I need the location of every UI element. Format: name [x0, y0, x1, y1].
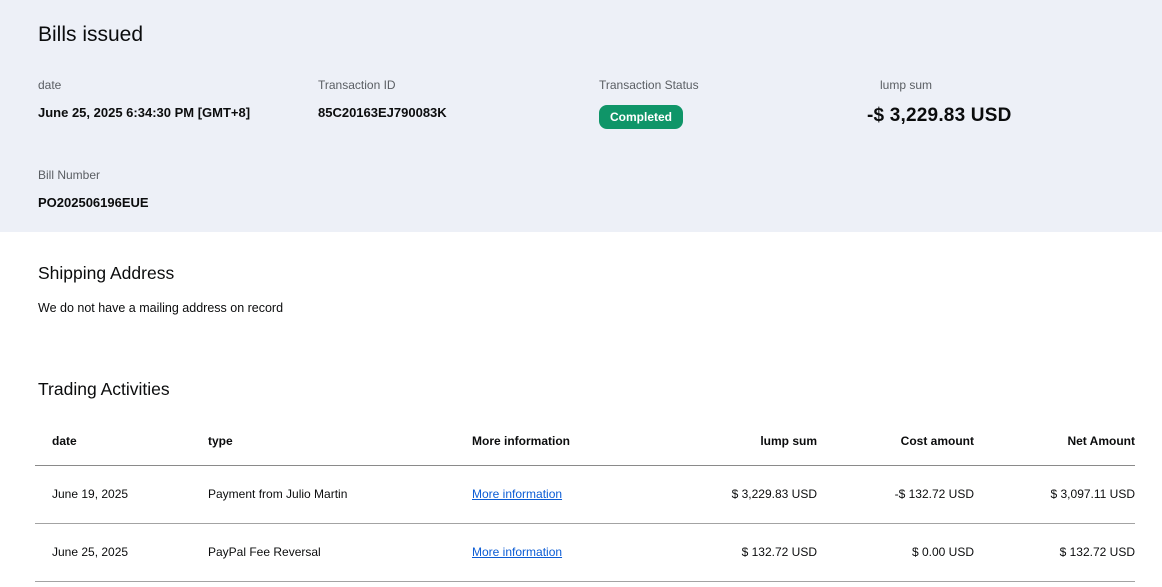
column-header-cost-amount: Cost amount: [817, 422, 974, 466]
row-net-amount: $ 3,097.11 USD: [974, 465, 1135, 524]
row-lump-sum: $ 3,229.83 USD: [695, 465, 817, 524]
field-transaction-status-label: Transaction Status: [599, 78, 699, 92]
row-type: Payment from Julio Martin: [208, 465, 472, 524]
column-header-net-amount: Net Amount: [974, 422, 1135, 466]
field-transaction-id-value: 85C20163EJ790083K: [318, 105, 447, 120]
column-header-date: date: [35, 422, 208, 466]
row-cost-amount: $ 0.00 USD: [817, 523, 974, 582]
column-header-more-information: More information: [472, 422, 695, 466]
column-header-type: type: [208, 422, 472, 466]
table-row: June 25, 2025 PayPal Fee Reversal More i…: [35, 523, 1135, 582]
field-lump-sum: lump sum -$ 3,229.83 USD: [867, 78, 1124, 129]
trading-activities-table: date type More information lump sum Cost…: [35, 422, 1135, 582]
row-lump-sum: $ 132.72 USD: [695, 523, 817, 582]
row-cost-amount: -$ 132.72 USD: [817, 465, 974, 524]
shipping-address-message: We do not have a mailing address on reco…: [38, 301, 284, 315]
field-transaction-id: Transaction ID 85C20163EJ790083K: [318, 78, 599, 129]
column-header-lump-sum: lump sum: [695, 422, 817, 466]
field-lump-sum-value: -$ 3,229.83 USD: [867, 105, 1012, 126]
page-title: Bills issued: [38, 23, 144, 46]
summary-panel: Bills issued date June 25, 2025 6:34:30 …: [0, 0, 1162, 232]
summary-fields: date June 25, 2025 6:34:30 PM [GMT+8] Tr…: [38, 78, 1124, 211]
row-type: PayPal Fee Reversal: [208, 523, 472, 582]
field-lump-sum-label: lump sum: [880, 78, 933, 92]
shipping-address-heading: Shipping Address: [38, 263, 175, 283]
row-net-amount: $ 132.72 USD: [974, 523, 1135, 582]
status-badge: Completed: [599, 105, 684, 129]
field-transaction-status: Transaction Status Completed: [599, 78, 880, 129]
more-information-link[interactable]: More information: [472, 545, 562, 559]
field-bill-number-value: PO202506196EUE: [38, 195, 149, 210]
field-bill-number: Bill Number PO202506196EUE: [38, 168, 318, 211]
row-date: June 25, 2025: [35, 523, 208, 582]
table-header-row: date type More information lump sum Cost…: [35, 422, 1135, 466]
more-information-link[interactable]: More information: [472, 487, 562, 501]
field-date-label: date: [38, 78, 62, 92]
field-date: date June 25, 2025 6:34:30 PM [GMT+8]: [38, 78, 318, 129]
row-date: June 19, 2025: [35, 465, 208, 524]
trading-activities-heading: Trading Activities: [38, 379, 170, 399]
field-bill-number-label: Bill Number: [38, 168, 101, 182]
field-date-value: June 25, 2025 6:34:30 PM [GMT+8]: [38, 105, 251, 120]
main-content: Shipping Address We do not have a mailin…: [0, 262, 1162, 582]
field-transaction-id-label: Transaction ID: [318, 78, 396, 92]
table-row: June 19, 2025 Payment from Julio Martin …: [35, 465, 1135, 524]
